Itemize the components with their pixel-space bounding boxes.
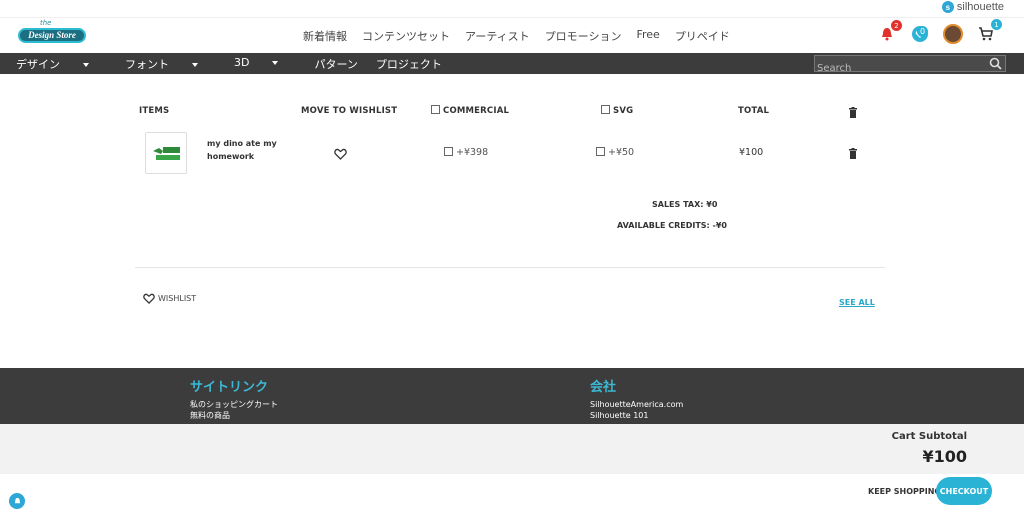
logo-small-text: the bbox=[40, 19, 52, 27]
dino-artwork-icon bbox=[153, 147, 180, 160]
footer-link-free-items[interactable]: 無料の商品 bbox=[190, 410, 278, 421]
category-bar: デザイン フォント 3D パターン プロジェクト bbox=[0, 53, 1024, 76]
header-move-to-wishlist: MOVE TO WISHLIST bbox=[301, 106, 398, 116]
main-nav: 新着情報 コンテンツセット アーティスト プロモーション Free プリペイド bbox=[303, 28, 745, 44]
category-patterns[interactable]: パターン bbox=[314, 56, 357, 72]
available-credits-label: AVAILABLE CREDITS: bbox=[617, 221, 710, 230]
footer-company-title: 会社 bbox=[590, 380, 617, 395]
product-name[interactable]: my dino ate my homework bbox=[207, 137, 277, 163]
footer-link-silhouette-101[interactable]: Silhouette 101 bbox=[590, 410, 683, 421]
cart-badge: 1 bbox=[991, 19, 1002, 30]
cart-subtotal-label: Cart Subtotal bbox=[891, 431, 967, 442]
nav-item-content-sets[interactable]: コンテンツセット bbox=[362, 28, 450, 44]
heart-outline-icon bbox=[143, 293, 155, 304]
category-fonts[interactable]: フォント bbox=[125, 56, 216, 72]
sales-tax-label: SALES TAX: bbox=[652, 200, 704, 209]
search-box bbox=[814, 55, 1006, 76]
user-avatar[interactable] bbox=[943, 24, 963, 44]
header-icons: 2 0 1 bbox=[877, 19, 1002, 44]
svg-checkbox[interactable] bbox=[596, 147, 605, 156]
available-credits-row: AVAILABLE CREDITS: -¥0 bbox=[617, 221, 727, 230]
sales-tax-value: ¥0 bbox=[706, 200, 718, 209]
checkout-actions: KEEP SHOPPING CHECKOUT bbox=[0, 474, 1024, 515]
wishlist-label: WISHLIST bbox=[158, 294, 197, 303]
checkout-button[interactable]: CHECKOUT bbox=[936, 477, 992, 505]
footer-link-my-cart[interactable]: 私のショッピングカート bbox=[190, 399, 278, 410]
category-projects[interactable]: プロジェクト bbox=[376, 56, 442, 72]
cart-button[interactable]: 1 bbox=[976, 19, 1002, 44]
cart-subtotal-bar: Cart Subtotal ¥100 bbox=[0, 424, 1024, 474]
header-commercial-label: COMMERCIAL bbox=[443, 106, 510, 116]
category-3d-label: 3D bbox=[234, 56, 250, 69]
header-svg: SVG bbox=[601, 105, 633, 116]
commercial-checkbox[interactable] bbox=[444, 147, 453, 156]
chevron-down-icon bbox=[192, 63, 198, 67]
svg-option: +¥50 bbox=[596, 147, 634, 158]
nav-item-new[interactable]: 新着情報 bbox=[303, 28, 347, 44]
sales-tax-row: SALES TAX: ¥0 bbox=[652, 200, 717, 209]
header-svg-label: SVG bbox=[613, 106, 634, 116]
cart-icon bbox=[979, 27, 993, 41]
silhouette-brand-link[interactable]: s silhouette bbox=[941, 1, 1004, 13]
category-fonts-label: フォント bbox=[125, 58, 169, 71]
trash-icon[interactable] bbox=[848, 148, 858, 159]
category-3d[interactable]: 3D bbox=[234, 56, 296, 72]
commercial-all-checkbox[interactable] bbox=[431, 105, 440, 114]
top-bar: s silhouette bbox=[0, 0, 1024, 18]
silhouette-logo-icon: s bbox=[941, 1, 954, 13]
nav-item-prepaid[interactable]: プリペイド bbox=[675, 28, 730, 44]
svg-price: +¥50 bbox=[608, 147, 635, 158]
wishlist-badge: 0 bbox=[917, 26, 928, 37]
chat-button[interactable] bbox=[9, 493, 25, 509]
footer-company: 会社 SilhouetteAmerica.com Silhouette 101 bbox=[590, 376, 683, 421]
move-to-wishlist-heart-icon[interactable] bbox=[334, 148, 347, 160]
chevron-down-icon bbox=[272, 61, 279, 65]
cart-subtotal-value: ¥100 bbox=[922, 447, 967, 466]
search-icon[interactable] bbox=[989, 57, 1002, 70]
commercial-option: +¥398 bbox=[444, 147, 488, 158]
nav-item-promotions[interactable]: プロモーション bbox=[545, 28, 622, 44]
site-footer: サイトリンク 私のショッピングカート 無料の商品 会社 SilhouetteAm… bbox=[0, 368, 1024, 424]
keep-shopping-link[interactable]: KEEP SHOPPING bbox=[868, 487, 941, 496]
nav-item-artists[interactable]: アーティスト bbox=[465, 28, 530, 44]
silhouette-brand-name: silhouette bbox=[956, 1, 1004, 13]
wishlist-section-title: WISHLIST bbox=[143, 293, 196, 304]
product-thumbnail[interactable] bbox=[145, 132, 187, 174]
nav-item-free[interactable]: Free bbox=[636, 28, 659, 44]
category-menu: デザイン フォント 3D パターン プロジェクト bbox=[16, 56, 460, 72]
item-total: ¥100 bbox=[739, 147, 764, 158]
category-designs-label: デザイン bbox=[16, 58, 60, 71]
divider bbox=[135, 267, 885, 268]
chevron-down-icon bbox=[83, 63, 89, 67]
site-header: the Design Store 新着情報 コンテンツセット アーティスト プロ… bbox=[0, 18, 1024, 53]
notifications-badge: 2 bbox=[891, 20, 902, 31]
footer-link-silhouette-america[interactable]: SilhouetteAmerica.com bbox=[590, 399, 683, 410]
available-credits-value: -¥0 bbox=[712, 221, 727, 230]
header-items: ITEMS bbox=[139, 106, 170, 116]
search-input[interactable] bbox=[815, 61, 987, 76]
design-store-logo[interactable]: the Design Store bbox=[18, 19, 86, 46]
footer-site-links-title: サイトリンク bbox=[190, 380, 269, 395]
footer-site-links: サイトリンク 私のショッピングカート 無料の商品 bbox=[190, 376, 278, 421]
wishlist-button[interactable]: 0 bbox=[910, 24, 930, 44]
logo-main-text: Design Store bbox=[18, 28, 86, 43]
svg-all-checkbox[interactable] bbox=[601, 105, 610, 114]
commercial-price: +¥398 bbox=[456, 147, 489, 158]
notifications-button[interactable]: 2 bbox=[877, 20, 902, 44]
header-commercial: COMMERCIAL bbox=[431, 105, 509, 116]
header-total: TOTAL bbox=[738, 106, 770, 116]
trash-all-icon[interactable] bbox=[848, 107, 858, 118]
chat-bell-icon bbox=[14, 497, 20, 503]
see-all-link[interactable]: SEE ALL bbox=[839, 298, 875, 307]
category-designs[interactable]: デザイン bbox=[16, 56, 107, 72]
